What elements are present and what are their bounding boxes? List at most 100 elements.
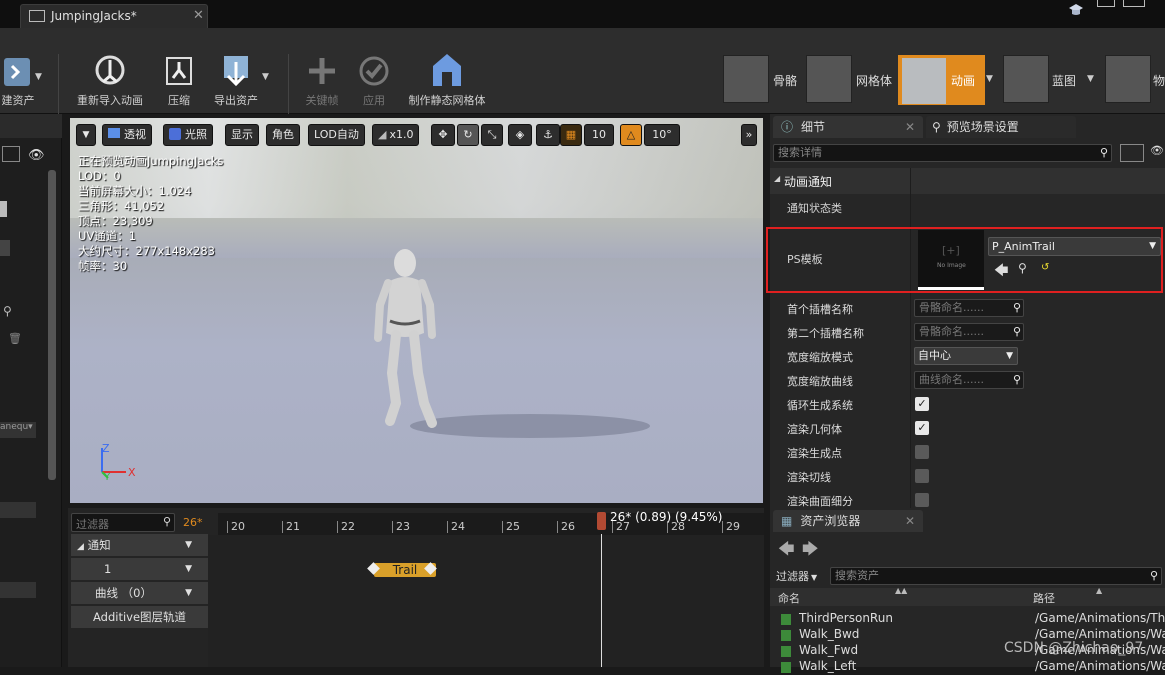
main-toolbar: 建资产 ▼ 重新导入动画 压缩 导出资产 ▼ 关键帧 应用 制作静态网格体 骨骼… xyxy=(0,28,1165,114)
search-icon[interactable]: ⚲ xyxy=(3,304,12,318)
asset-row[interactable]: ThirdPersonRun/Game/Animations/Thi xyxy=(770,611,1165,627)
overlay-uv: UV通道：1 xyxy=(78,229,137,243)
rotate-snap-icon[interactable]: △ xyxy=(620,124,642,146)
overflow-icon[interactable]: » xyxy=(741,124,757,146)
mode-blueprint-thumb[interactable] xyxy=(1003,55,1049,103)
close-tab-icon[interactable]: ✕ xyxy=(193,8,204,23)
dropdown-arrow-icon[interactable]: ▼ xyxy=(1087,74,1094,84)
property-field[interactable]: 骨骼命名...... ⚲ xyxy=(914,323,1024,341)
grid-snap-icon[interactable]: ▦ xyxy=(560,124,582,146)
maximize-button[interactable] xyxy=(1123,0,1145,7)
scrollbar[interactable] xyxy=(48,170,56,480)
world-local-icon[interactable]: ◈ xyxy=(508,124,532,146)
playback-speed-button[interactable]: ◢ x1.0 xyxy=(372,124,420,146)
make-static-mesh-button[interactable]: 制作静态网格体 xyxy=(402,28,492,114)
apply-button[interactable]: 应用 xyxy=(352,28,396,114)
document-tab[interactable]: JumpingJacks* ✕ xyxy=(20,4,208,28)
property-checkbox[interactable]: ✓ xyxy=(915,397,929,411)
ps-template-select[interactable]: P_AnimTrail ▼ xyxy=(988,237,1161,256)
dropdown-arrow-icon[interactable]: ▼ xyxy=(35,72,42,82)
details-search-input[interactable]: 搜索详情 ⚲ xyxy=(773,144,1112,162)
asset-filter-button[interactable]: 过滤器 ▼ xyxy=(776,568,817,584)
track-notify-row[interactable]: 1 ▼ xyxy=(71,558,208,580)
close-tab-icon[interactable]: ✕ xyxy=(905,116,915,138)
mode-animation-thumb[interactable] xyxy=(901,57,947,105)
reset-arrow-icon[interactable]: ↺ xyxy=(1041,262,1049,273)
property-field[interactable]: 曲线命名...... ⚲ xyxy=(914,371,1024,389)
track-additive[interactable]: Additive图层轨道 xyxy=(71,606,208,628)
column-name[interactable]: 命名 xyxy=(778,590,800,606)
translate-icon[interactable]: ✥ xyxy=(431,124,455,146)
ps-template-thumbnail[interactable]: [+] No Image xyxy=(918,230,984,290)
overlay-anim-name: 正在预览动画JumpingJacks xyxy=(78,154,224,168)
mode-mesh-thumb[interactable] xyxy=(806,55,852,103)
property-label: 渲染生成点 xyxy=(787,447,842,460)
property-checkbox[interactable]: ✓ xyxy=(915,421,929,435)
back-arrow-icon[interactable]: 🡄 xyxy=(778,538,795,565)
eye-icon[interactable]: 👁 xyxy=(1150,144,1164,157)
grid-size-button[interactable]: 10 xyxy=(584,124,614,146)
close-tab-icon[interactable]: ✕ xyxy=(905,510,915,532)
scale-icon[interactable]: ⤡ xyxy=(481,124,503,146)
reimport-animation-button[interactable]: 重新导入动画 xyxy=(70,28,150,114)
mode-skeleton-thumb[interactable] xyxy=(723,55,769,103)
track-notify[interactable]: ◢ 通知 ▼ xyxy=(71,534,208,556)
tab-details[interactable]: ⓘ 细节 ✕ xyxy=(773,116,923,138)
overlay-vertices: 顶点：23,309 xyxy=(78,214,153,228)
create-asset-icon xyxy=(0,52,36,92)
overlay-screen-size: 当前屏幕大小：1.024 xyxy=(78,184,192,198)
property-field[interactable]: 骨骼命名...... ⚲ xyxy=(914,299,1024,317)
anim-sequence-icon xyxy=(781,646,791,657)
search-icon: ⚲ xyxy=(1012,373,1021,386)
property-select[interactable]: 自中心 ▼ xyxy=(914,347,1018,365)
rotate-icon[interactable]: ↻ xyxy=(457,124,479,146)
asset-search-input[interactable]: 搜索资产 ⚲ xyxy=(830,567,1162,585)
mode-physics-thumb[interactable] xyxy=(1105,55,1151,103)
playhead-handle[interactable] xyxy=(597,512,606,530)
mode-animation[interactable]: 动画 xyxy=(951,72,975,89)
property-label: 宽度缩放模式 xyxy=(787,351,853,364)
trash-icon[interactable]: 🗑 xyxy=(8,332,22,345)
forward-arrow-icon[interactable]: 🡆 xyxy=(802,538,819,565)
mode-mesh[interactable]: 网格体 xyxy=(856,72,892,89)
dropdown-arrow-icon[interactable]: ▼ xyxy=(262,72,269,82)
asset-row[interactable]: Walk_Left/Game/Animations/Wa xyxy=(770,659,1165,675)
tab-asset-browser[interactable]: ▦ 资产浏览器 ✕ xyxy=(773,510,923,532)
mode-skeleton[interactable]: 骨骼 xyxy=(773,72,797,89)
property-row: 第二个插槽名称 骨骼命名...... ⚲ xyxy=(770,320,1165,344)
use-selected-arrow-icon[interactable]: 🡄 xyxy=(994,260,1008,284)
tab-preview-settings[interactable]: ⚲ 预览场景设置 xyxy=(926,116,1076,138)
eye-icon[interactable]: 👁 xyxy=(28,148,45,163)
character-button[interactable]: 角色 xyxy=(266,124,300,146)
lighting-button[interactable]: 光照 xyxy=(163,124,213,146)
column-path[interactable]: 路径 xyxy=(1033,590,1055,606)
property-checkbox[interactable] xyxy=(915,445,929,459)
show-button[interactable]: 显示 xyxy=(225,124,259,146)
perspective-button[interactable]: 透视 xyxy=(102,124,152,146)
surface-snap-icon[interactable]: ⚓ xyxy=(536,124,560,146)
mode-physics[interactable]: 物 xyxy=(1153,72,1165,89)
compress-button[interactable]: 压缩 xyxy=(156,28,202,114)
minimize-button[interactable] xyxy=(1097,0,1115,7)
preview-viewport[interactable]: ▼ 透视 光照 显示 角色 LOD自动 ◢ x1.0 ✥ ↻ ⤡ ◈ ⚓ ▦ 10… xyxy=(70,118,763,503)
category-anim-notify[interactable]: ◢ 动画通知 xyxy=(770,168,1165,194)
frame-tick: 26 xyxy=(557,521,575,533)
property-checkbox[interactable] xyxy=(915,493,929,507)
track-curves[interactable]: 曲线 （0） ▼ xyxy=(71,582,208,604)
angle-snap-button[interactable]: 10° xyxy=(644,124,680,146)
mode-blueprint[interactable]: 蓝图 xyxy=(1052,72,1076,89)
axis-x-label: X xyxy=(128,466,136,479)
export-asset-button[interactable]: 导出资产 xyxy=(208,28,264,114)
lod-button[interactable]: LOD自动 xyxy=(308,124,365,146)
create-asset-button[interactable]: 建资产 xyxy=(0,28,42,114)
cap-icon[interactable] xyxy=(1068,2,1084,18)
list-view-icon[interactable] xyxy=(2,146,20,162)
browse-search-icon[interactable]: ⚲ xyxy=(1018,261,1027,275)
viewport-options-button[interactable]: ▼ xyxy=(76,124,96,146)
property-checkbox[interactable] xyxy=(915,469,929,483)
list-view-icon[interactable] xyxy=(1120,144,1144,162)
timeline-filter-input[interactable]: 过滤器 ⚲ xyxy=(71,513,175,532)
keyframe-button[interactable]: 关键帧 xyxy=(300,28,344,114)
play-speed-icon: ◢ xyxy=(378,128,387,141)
dropdown-arrow-icon[interactable]: ▼ xyxy=(986,74,993,84)
